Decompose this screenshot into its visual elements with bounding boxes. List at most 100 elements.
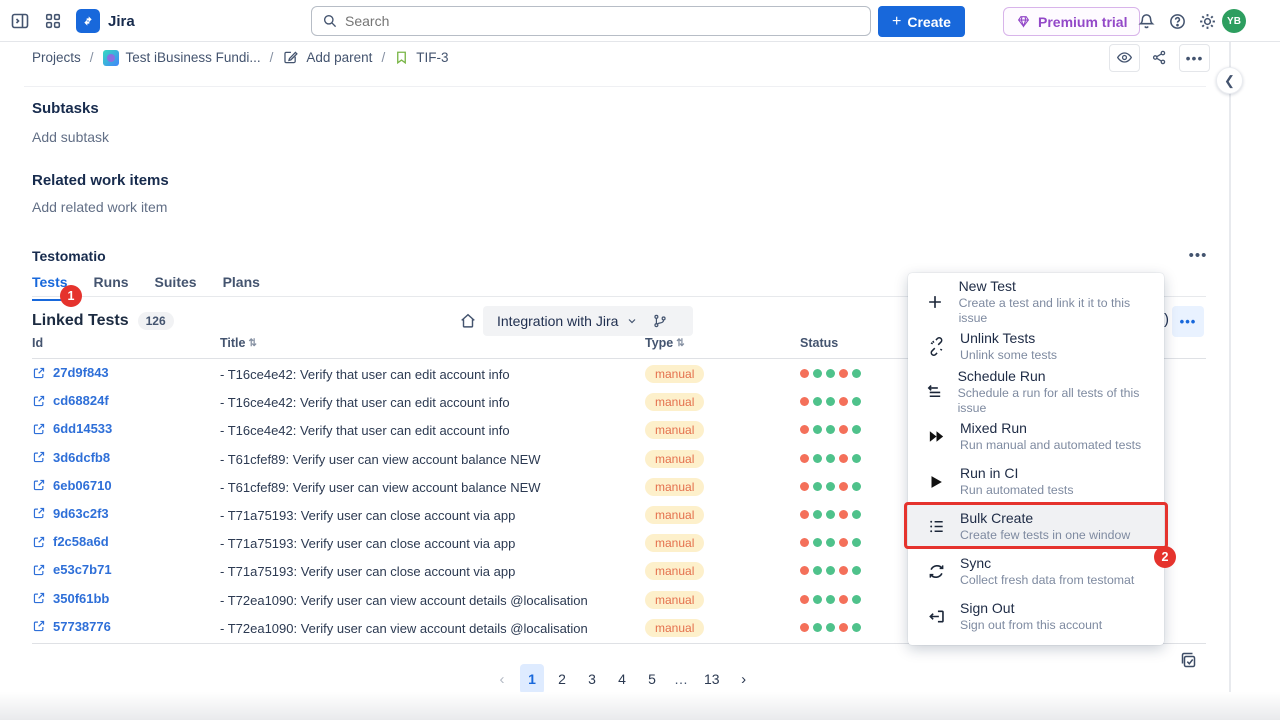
notifications-button[interactable] <box>1131 0 1161 42</box>
menu-item-schedule-run[interactable]: Schedule RunSchedule a run for all tests… <box>908 369 1164 414</box>
test-id-link[interactable]: 350f61bb <box>32 591 109 606</box>
jira-home-link[interactable]: Jira <box>76 9 135 33</box>
page-button-3[interactable]: 3 <box>580 664 604 694</box>
status-dot-red <box>800 566 809 575</box>
gear-icon <box>1198 12 1217 31</box>
branch-icon[interactable] <box>652 313 668 329</box>
test-status-cell <box>800 482 861 491</box>
breadcrumb-project[interactable]: Test iBusiness Fundi... <box>103 50 261 66</box>
test-status-cell <box>800 538 861 547</box>
sort-icon[interactable]: ⇅ <box>248 338 256 349</box>
test-type-cell: manual <box>645 421 704 439</box>
status-dot-green <box>813 425 822 434</box>
status-dot-green <box>852 454 861 463</box>
page-button-2[interactable]: 2 <box>550 664 574 694</box>
page-button-4[interactable]: 4 <box>610 664 634 694</box>
status-dot-green <box>852 425 861 434</box>
multi-select-button[interactable] <box>1176 648 1200 672</box>
page-button-5[interactable]: 5 <box>640 664 664 694</box>
test-type-cell: manual <box>645 478 704 496</box>
create-button[interactable]: + Create <box>878 6 965 37</box>
bookmark-icon <box>394 50 409 65</box>
watch-button[interactable] <box>1109 44 1140 72</box>
menu-item-run-in-ci[interactable]: Run in CIRun automated tests <box>908 459 1164 504</box>
status-dot-green <box>813 454 822 463</box>
menu-item-mixed-run[interactable]: Mixed RunRun manual and automated tests <box>908 414 1164 459</box>
test-id-link[interactable]: 9d63c2f3 <box>32 506 109 521</box>
status-dot-red <box>839 369 848 378</box>
menu-item-title: Sign Out <box>960 600 1102 617</box>
user-avatar[interactable]: YB <box>1222 9 1246 33</box>
plus-icon <box>924 293 947 311</box>
column-header-title[interactable]: Title⇅ <box>220 336 257 350</box>
menu-item-text: Run in CIRun automated tests <box>960 465 1073 498</box>
menu-item-new-test[interactable]: New TestCreate a test and link it it to … <box>908 279 1164 324</box>
tab-runs[interactable]: Runs <box>94 274 129 301</box>
collapse-panel-button[interactable]: ❮ <box>1216 67 1243 94</box>
status-dot-red <box>800 538 809 547</box>
status-dot-green <box>826 482 835 491</box>
test-id-text: 3d6dcfb8 <box>53 450 110 465</box>
testomatio-heading: Testomatio <box>32 248 106 264</box>
column-header-label: Id <box>32 336 43 350</box>
test-type-cell: manual <box>645 393 704 411</box>
add-parent-button[interactable]: Add parent <box>282 49 372 66</box>
test-id-link[interactable]: 6dd14533 <box>32 421 112 436</box>
testomatio-more-button[interactable]: ••• <box>1184 243 1212 267</box>
test-id-link[interactable]: 6eb06710 <box>32 478 112 493</box>
premium-trial-button[interactable]: Premium trial <box>1003 7 1140 36</box>
test-id-link[interactable]: 3d6dcfb8 <box>32 450 110 465</box>
menu-item-subtitle: Run automated tests <box>960 483 1073 498</box>
status-dot-green <box>826 369 835 378</box>
type-badge: manual <box>645 619 704 637</box>
status-dot-red <box>839 425 848 434</box>
menu-item-unlink-tests[interactable]: Unlink TestsUnlink some tests <box>908 324 1164 369</box>
type-badge: manual <box>645 365 704 383</box>
share-button[interactable] <box>1144 44 1175 72</box>
page-button-1[interactable]: 1 <box>520 664 544 694</box>
sidebar-toggle-button[interactable] <box>10 11 30 31</box>
linked-tests-more-button[interactable]: ••• <box>1172 306 1204 337</box>
add-related-work-button[interactable]: Add related work item <box>32 199 167 215</box>
project-selector-dropdown[interactable]: Integration with Jira <box>483 306 693 336</box>
breadcrumb-projects[interactable]: Projects <box>32 50 81 65</box>
type-badge: manual <box>645 421 704 439</box>
test-title-cell: - T61cfef89: Verify user can view accoun… <box>220 480 541 495</box>
tab-suites[interactable]: Suites <box>155 274 197 301</box>
fast-forward-icon <box>924 427 948 446</box>
test-id-link[interactable]: cd68824f <box>32 393 109 408</box>
status-dot-red <box>800 425 809 434</box>
test-id-link[interactable]: e53c7b71 <box>32 562 112 577</box>
test-id-link[interactable]: f2c58a6d <box>32 534 109 549</box>
settings-button[interactable] <box>1192 0 1222 42</box>
home-button[interactable] <box>455 308 481 334</box>
external-link-icon <box>32 478 46 492</box>
test-id-link[interactable]: 57738776 <box>32 619 111 634</box>
menu-item-sync[interactable]: SyncCollect fresh data from testomat <box>908 549 1164 594</box>
app-switcher-button[interactable] <box>44 12 62 30</box>
test-title-cell: - T71a75193: Verify user can close accou… <box>220 508 515 523</box>
page-prev-button[interactable]: ‹ <box>490 664 514 694</box>
search-input[interactable] <box>345 13 860 29</box>
test-status-cell <box>800 566 861 575</box>
search-box[interactable] <box>311 6 871 36</box>
menu-item-title: Run in CI <box>960 465 1073 482</box>
linked-tests-title: Linked Tests 126 <box>32 312 174 330</box>
type-badge: manual <box>645 393 704 411</box>
breadcrumb-issue[interactable]: TIF-3 <box>394 50 448 65</box>
issue-more-button[interactable]: ••• <box>1179 44 1210 72</box>
test-type-cell: manual <box>645 450 704 468</box>
menu-item-bulk-create[interactable]: Bulk CreateCreate few tests in one windo… <box>908 504 1164 549</box>
status-dot-red <box>839 510 848 519</box>
menu-item-sign-out[interactable]: Sign OutSign out from this account <box>908 594 1164 639</box>
add-subtask-button[interactable]: Add subtask <box>32 129 109 145</box>
page-button-13[interactable]: 13 <box>698 664 726 694</box>
help-button[interactable] <box>1162 0 1192 42</box>
sort-icon[interactable]: ⇅ <box>676 338 684 349</box>
column-header-type[interactable]: Type⇅ <box>645 336 685 350</box>
linked-tests-label: Linked Tests <box>32 312 129 330</box>
page-next-button[interactable]: › <box>732 664 756 694</box>
status-dot-red <box>839 566 848 575</box>
tab-plans[interactable]: Plans <box>223 274 260 301</box>
test-id-link[interactable]: 27d9f843 <box>32 365 109 380</box>
